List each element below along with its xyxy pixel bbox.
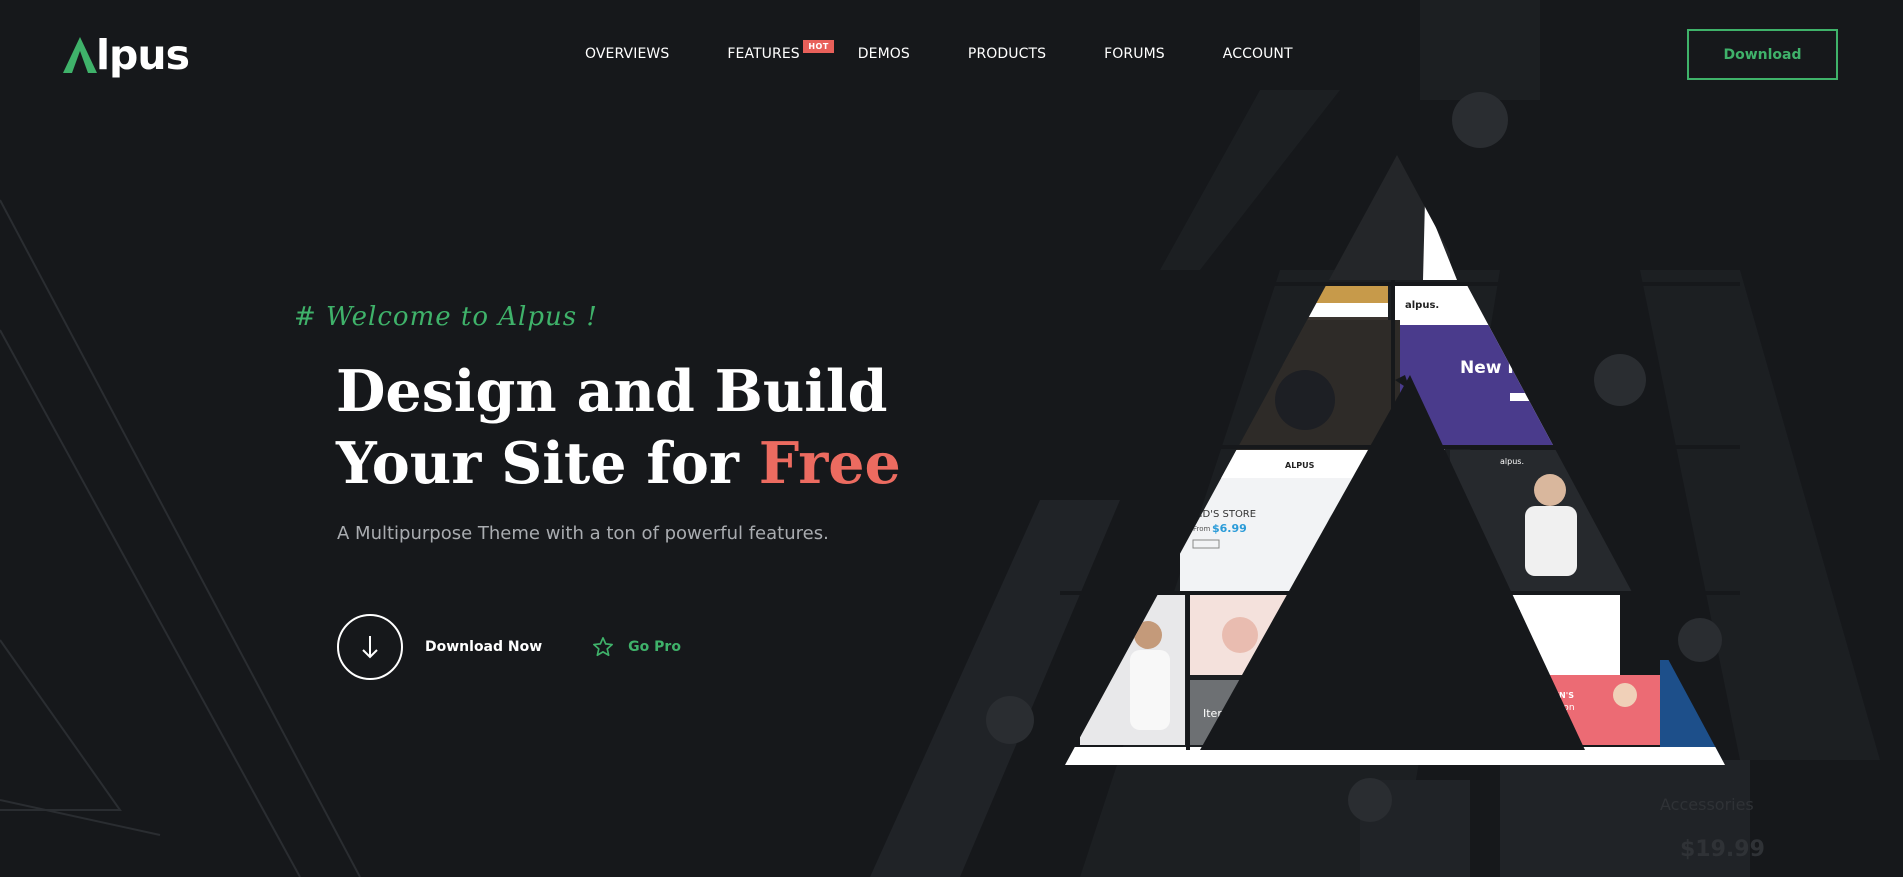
kids-store-brand: ALPUS (1285, 461, 1315, 470)
kids-store-from: From (1193, 525, 1211, 533)
background-price: $19.99 (1680, 837, 1765, 862)
hero-subtitle: A Multipurpose Theme with a ton of power… (337, 523, 829, 544)
nav-item-account[interactable]: ACCOUNT (1223, 46, 1293, 62)
star-outline-icon (593, 637, 614, 657)
hot-badge: HOT (803, 40, 834, 53)
arrow-down-icon (362, 636, 378, 659)
hero-cta: Download Now Go Pro (337, 614, 681, 680)
nav-item-products[interactable]: PRODUCTS (968, 46, 1046, 62)
man-brand: alpus. (1500, 457, 1524, 466)
hero-title-line1: Design and Build (336, 358, 888, 425)
kids-store-price: $6.99 (1212, 522, 1247, 535)
nav-item-features-label: FEATURES (727, 46, 800, 62)
welcome-text: # Welcome to Alpus ! (294, 302, 598, 332)
hero-title: Design and Build Your Site for Free (336, 356, 901, 500)
nav-item-forums[interactable]: FORUMS (1104, 46, 1165, 62)
fashion-banner-text: New Fashi (1460, 358, 1558, 378)
logo-triangle-icon (63, 37, 97, 73)
hero-title-accent: Free (758, 430, 901, 497)
showcase-collage: alpus. New Fashi ALPUS KID'S STORE From … (1060, 155, 1740, 765)
go-pro-label: Go Pro (628, 639, 681, 655)
nav-item-demos[interactable]: DEMOS (858, 46, 910, 62)
fashion-brand: alpus. (1405, 300, 1439, 311)
nav-item-features[interactable]: FEATURES HOT (727, 40, 834, 62)
logo[interactable]: lpus (62, 30, 190, 80)
brand-name: lpus (96, 30, 190, 79)
hero-title-line2: Your Site for (336, 430, 759, 497)
kids-store-title: KID'S STORE (1193, 509, 1256, 520)
header-download-button[interactable]: Download (1687, 29, 1838, 80)
main-nav: OVERVIEWS FEATURES HOT DEMOS PRODUCTS FO… (585, 40, 1293, 62)
nav-item-overviews[interactable]: OVERVIEWS (585, 46, 669, 62)
go-pro-link[interactable]: Go Pro (592, 636, 681, 658)
svg-text:Accessories: Accessories (1660, 795, 1754, 814)
download-now-link[interactable]: Download Now (425, 639, 542, 655)
download-circle-button[interactable] (337, 614, 403, 680)
site-header: lpus OVERVIEWS FEATURES HOT DEMOS PRODUC… (0, 0, 1903, 114)
